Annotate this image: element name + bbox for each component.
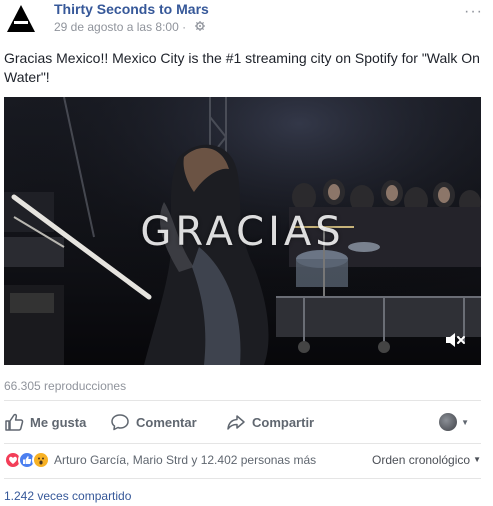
comment-button[interactable]: Comentar (110, 412, 197, 432)
sort-order-dropdown[interactable]: Orden cronológico ▼ (372, 453, 481, 467)
post-text: Gracias Mexico!! Mexico City is the #1 s… (4, 50, 480, 85)
like-label: Me gusta (30, 414, 87, 430)
share-count-link[interactable]: 1.242 veces compartido (4, 489, 131, 503)
divider (4, 443, 481, 444)
chevron-down-icon: ▼ (473, 455, 481, 464)
sort-order-label: Orden cronológico (372, 453, 471, 467)
page-name-link[interactable]: Thirty Seconds to Mars (54, 1, 209, 17)
ellipsis-icon[interactable]: ··· (464, 3, 483, 21)
reaction-summary[interactable]: Arturo García, Mario Strd y 12.402 perso… (54, 453, 316, 467)
comment-label: Comentar (136, 414, 197, 430)
post-timestamp[interactable]: 29 de agosto a las 8:00 (54, 20, 179, 34)
post-meta: 29 de agosto a las 8:00 · (54, 20, 206, 34)
avatar (439, 413, 458, 431)
speaker-muted-icon[interactable] (445, 331, 467, 349)
thumbs-up-icon (4, 412, 24, 432)
share-arrow-icon (226, 412, 246, 432)
share-button[interactable]: Compartir (226, 412, 314, 432)
reactions-row: Arturo García, Mario Strd y 12.402 perso… (0, 448, 493, 474)
divider (4, 478, 481, 479)
reaction-icons[interactable] (4, 451, 50, 469)
divider (4, 400, 481, 401)
speech-bubble-icon (110, 412, 130, 432)
video-overlay-text: GRACIAS (140, 209, 345, 255)
chevron-down-icon: ▼ (461, 417, 469, 427)
wow-reaction-icon (32, 451, 50, 469)
audience-selector[interactable]: ▼ (439, 413, 469, 431)
action-bar: Me gusta Comentar Compartir ▼ (0, 404, 493, 440)
page-avatar[interactable] (4, 2, 38, 36)
meta-separator: · (182, 20, 187, 34)
like-button[interactable]: Me gusta (4, 412, 86, 432)
post-header: Thirty Seconds to Mars 29 de agosto a la… (0, 0, 493, 40)
privacy-icon[interactable] (195, 21, 206, 34)
video-player[interactable]: GRACIAS (4, 97, 481, 365)
view-count: 66.305 reproducciones (4, 379, 127, 393)
share-label: Compartir (252, 414, 315, 430)
